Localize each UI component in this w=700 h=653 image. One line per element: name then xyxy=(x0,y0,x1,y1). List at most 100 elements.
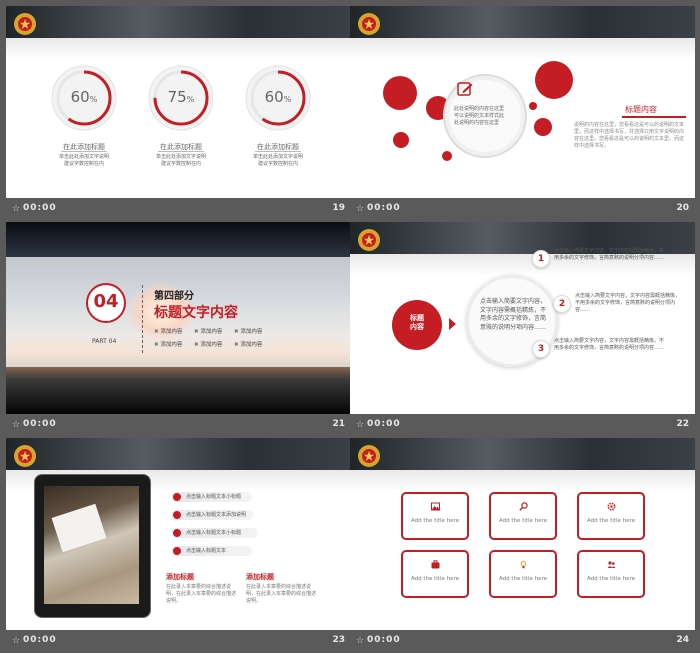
slide-footer: ☆ 00:00 21 xyxy=(6,414,351,437)
ring-divider xyxy=(255,151,301,152)
star-icon: ☆ xyxy=(356,420,365,430)
ring-divider xyxy=(61,151,107,152)
card-label: Add the title here xyxy=(410,576,460,582)
slide-time: 00:00 xyxy=(23,203,57,213)
bullet-dot xyxy=(173,511,181,519)
step-number: 1 xyxy=(532,250,550,268)
content-item: ✖ 添加内容 xyxy=(194,329,223,335)
ring-description: 单击此处添加文字说明 建议字数控制在内 xyxy=(252,154,303,167)
bullet-item: 点击输入标题文本 xyxy=(172,546,252,556)
content-body: 说明的内容在这里，您看看这是可以的说明的文本里，而这样中选择书写，并选择只用文字… xyxy=(574,122,685,149)
divider-line xyxy=(142,285,144,353)
slide-thumbnail-20[interactable]: 此处说明的内容在这里可以说明的文本样式此处说明的内容在这里 标题内容 说明的内容… xyxy=(350,6,695,221)
slide-21-canvas: 04 PART 04 第四部分 标题文字内容 ✖ 添加内容 ✖ 添加内容 ✖ 添加内… xyxy=(6,222,351,414)
slide-time: 00:00 xyxy=(367,419,401,429)
star-icon: ☆ xyxy=(12,636,21,646)
slide-footer: ☆ 00:00 20 xyxy=(350,198,695,221)
slide-number: 21 xyxy=(332,419,345,429)
title-card-6[interactable]: Add the title here xyxy=(577,550,645,598)
users-icon xyxy=(607,561,616,568)
part-label: PART 04 xyxy=(92,338,117,345)
content-item: ✖ 添加内容 xyxy=(154,342,183,348)
lightbulb-icon xyxy=(520,561,527,569)
slide-footer: ☆ 00:00 24 xyxy=(350,630,695,653)
emblem-icon xyxy=(14,13,36,35)
header-banner xyxy=(6,438,351,470)
progress-value: 60% xyxy=(264,88,292,106)
emblem-icon xyxy=(358,445,380,467)
slide-time: 00:00 xyxy=(23,635,57,645)
slide-19-canvas: 60% 在此添加标题 单击此处添加文字说明 建议字数控制在内 75% 在此添加标题 单击此… xyxy=(6,6,351,198)
bullet-dot xyxy=(173,547,181,555)
col2-body: 在此录入本章要的综合描述说明，在此录入本章要的综合描述说明。 xyxy=(246,584,317,604)
title-card-4[interactable]: Add the title here xyxy=(401,550,469,598)
title-card-3[interactable]: Add the title here xyxy=(577,492,645,540)
gear-icon xyxy=(607,502,616,511)
slide-20-canvas: 此处说明的内容在这里可以说明的文本样式此处说明的内容在这里 标题内容 说明的内容… xyxy=(350,6,695,198)
circle-text: 此处说明的内容在这里可以说明的文本样式此处说明的内容在这里 xyxy=(454,106,505,126)
title-card-1[interactable]: Add the title here xyxy=(401,492,469,540)
content-title: 标题内容 xyxy=(625,105,657,114)
content-item: ✖ 添加内容 xyxy=(234,342,263,348)
step-number: 2 xyxy=(553,295,571,313)
slide-footer: ☆ 00:00 19 xyxy=(6,198,351,221)
slide-thumbnail-23[interactable]: 点击输入标题文本小标题 点击输入标题文本添加说明 点击输入标题文本小标题 点击输入标题… xyxy=(6,438,351,653)
slide-24-canvas: Add the title here Add the title here Ad… xyxy=(350,438,695,630)
col2-title: 添加标题 xyxy=(246,573,274,581)
title-badge-text: 标题 内容 xyxy=(410,314,424,331)
slide-thumbnail-22[interactable]: 标题 内容 点击输入简要文字内容，文字内容需概括精炼，不用多余的文字修饰，言简意… xyxy=(350,222,695,437)
slide-23-canvas: 点击输入标题文本小标题 点击输入标题文本添加说明 点击输入标题文本小标题 点击输入标题… xyxy=(6,438,351,630)
briefcase-icon xyxy=(431,560,440,569)
bubble-cluster xyxy=(383,61,573,161)
header-banner xyxy=(350,438,695,470)
title-card-2[interactable]: Add the title here xyxy=(489,492,557,540)
center-text: 点击输入简要文字内容，文字内容需概括精炼，不用多余的文字修饰，言简意赅的说明分项… xyxy=(480,298,547,331)
col1-title: 添加标题 xyxy=(166,573,194,581)
card-label: Add the title here xyxy=(410,518,460,524)
star-icon: ☆ xyxy=(356,636,365,646)
arrow-right-icon xyxy=(449,318,456,330)
col1-body: 在此录入本章要的综合描述说明，在此录入本章要的综合描述说明。 xyxy=(166,584,237,604)
edit-icon xyxy=(457,82,473,96)
slide-number: 20 xyxy=(676,203,689,213)
card-label: Add the title here xyxy=(498,518,548,524)
slide-thumbnail-21[interactable]: 04 PART 04 第四部分 标题文字内容 ✖ 添加内容 ✖ 添加内容 ✖ 添加内… xyxy=(6,222,351,437)
progress-value: 60% xyxy=(70,88,98,106)
progress-value: 75% xyxy=(167,88,195,106)
section-heading: 第四部分 xyxy=(154,291,194,302)
card-label: Add the title here xyxy=(498,576,548,582)
bullet-dot xyxy=(173,529,181,537)
bullet-item: 点击输入标题文本小标题 xyxy=(172,492,252,502)
slide-time: 00:00 xyxy=(23,419,57,429)
bullet-item: 点击输入标题文本小标题 xyxy=(172,528,258,538)
star-icon: ☆ xyxy=(12,204,21,214)
slide-thumbnail-19[interactable]: 60% 在此添加标题 单击此处添加文字说明 建议字数控制在内 75% 在此添加标题 单击此… xyxy=(6,6,351,221)
header-banner xyxy=(6,6,351,38)
ring-description: 单击此处添加文字说明 建议字数控制在内 xyxy=(155,154,206,167)
step-text: 点击输入简要文字内容，文字内容需概括精炼，不用多余的文字修饰，言简意赅的说明分项… xyxy=(554,338,665,351)
slide-number: 24 xyxy=(676,635,689,645)
content-item: ✖ 添加内容 xyxy=(194,342,223,348)
bullet-dot xyxy=(173,493,181,501)
card-label: Add the title here xyxy=(586,518,636,524)
title-card-5[interactable]: Add the title here xyxy=(489,550,557,598)
slide-thumbnail-24[interactable]: Add the title here Add the title here Ad… xyxy=(350,438,695,653)
section-subheading: 标题文字内容 xyxy=(154,305,238,321)
step-number: 3 xyxy=(532,340,550,358)
header-fade xyxy=(350,470,695,492)
slide-time: 00:00 xyxy=(367,203,401,213)
content-item: ✖ 添加内容 xyxy=(234,329,263,335)
emblem-icon xyxy=(358,229,380,251)
card-label: Add the title here xyxy=(586,576,636,582)
star-icon: ☆ xyxy=(356,204,365,214)
step-text: 点击输入简要文字内容，文字内容需概括精炼，不用多余的文字修饰，言简意赅的说明分项… xyxy=(554,248,665,261)
content-item: ✖ 添加内容 xyxy=(154,329,183,335)
slide-number: 22 xyxy=(676,419,689,429)
search-icon xyxy=(519,502,528,511)
emblem-icon xyxy=(14,445,36,467)
step-text: 点击输入简要文字内容，文字内容需概括精炼，不用多余的文字修饰，言简意赅的说明分项… xyxy=(575,293,681,313)
slide-22-canvas: 标题 内容 点击输入简要文字内容，文字内容需概括精炼，不用多余的文字修饰，言简意… xyxy=(350,222,695,414)
star-icon: ☆ xyxy=(12,420,21,430)
bullet-item: 点击输入标题文本添加说明 xyxy=(172,510,254,520)
title-underline xyxy=(622,116,686,118)
